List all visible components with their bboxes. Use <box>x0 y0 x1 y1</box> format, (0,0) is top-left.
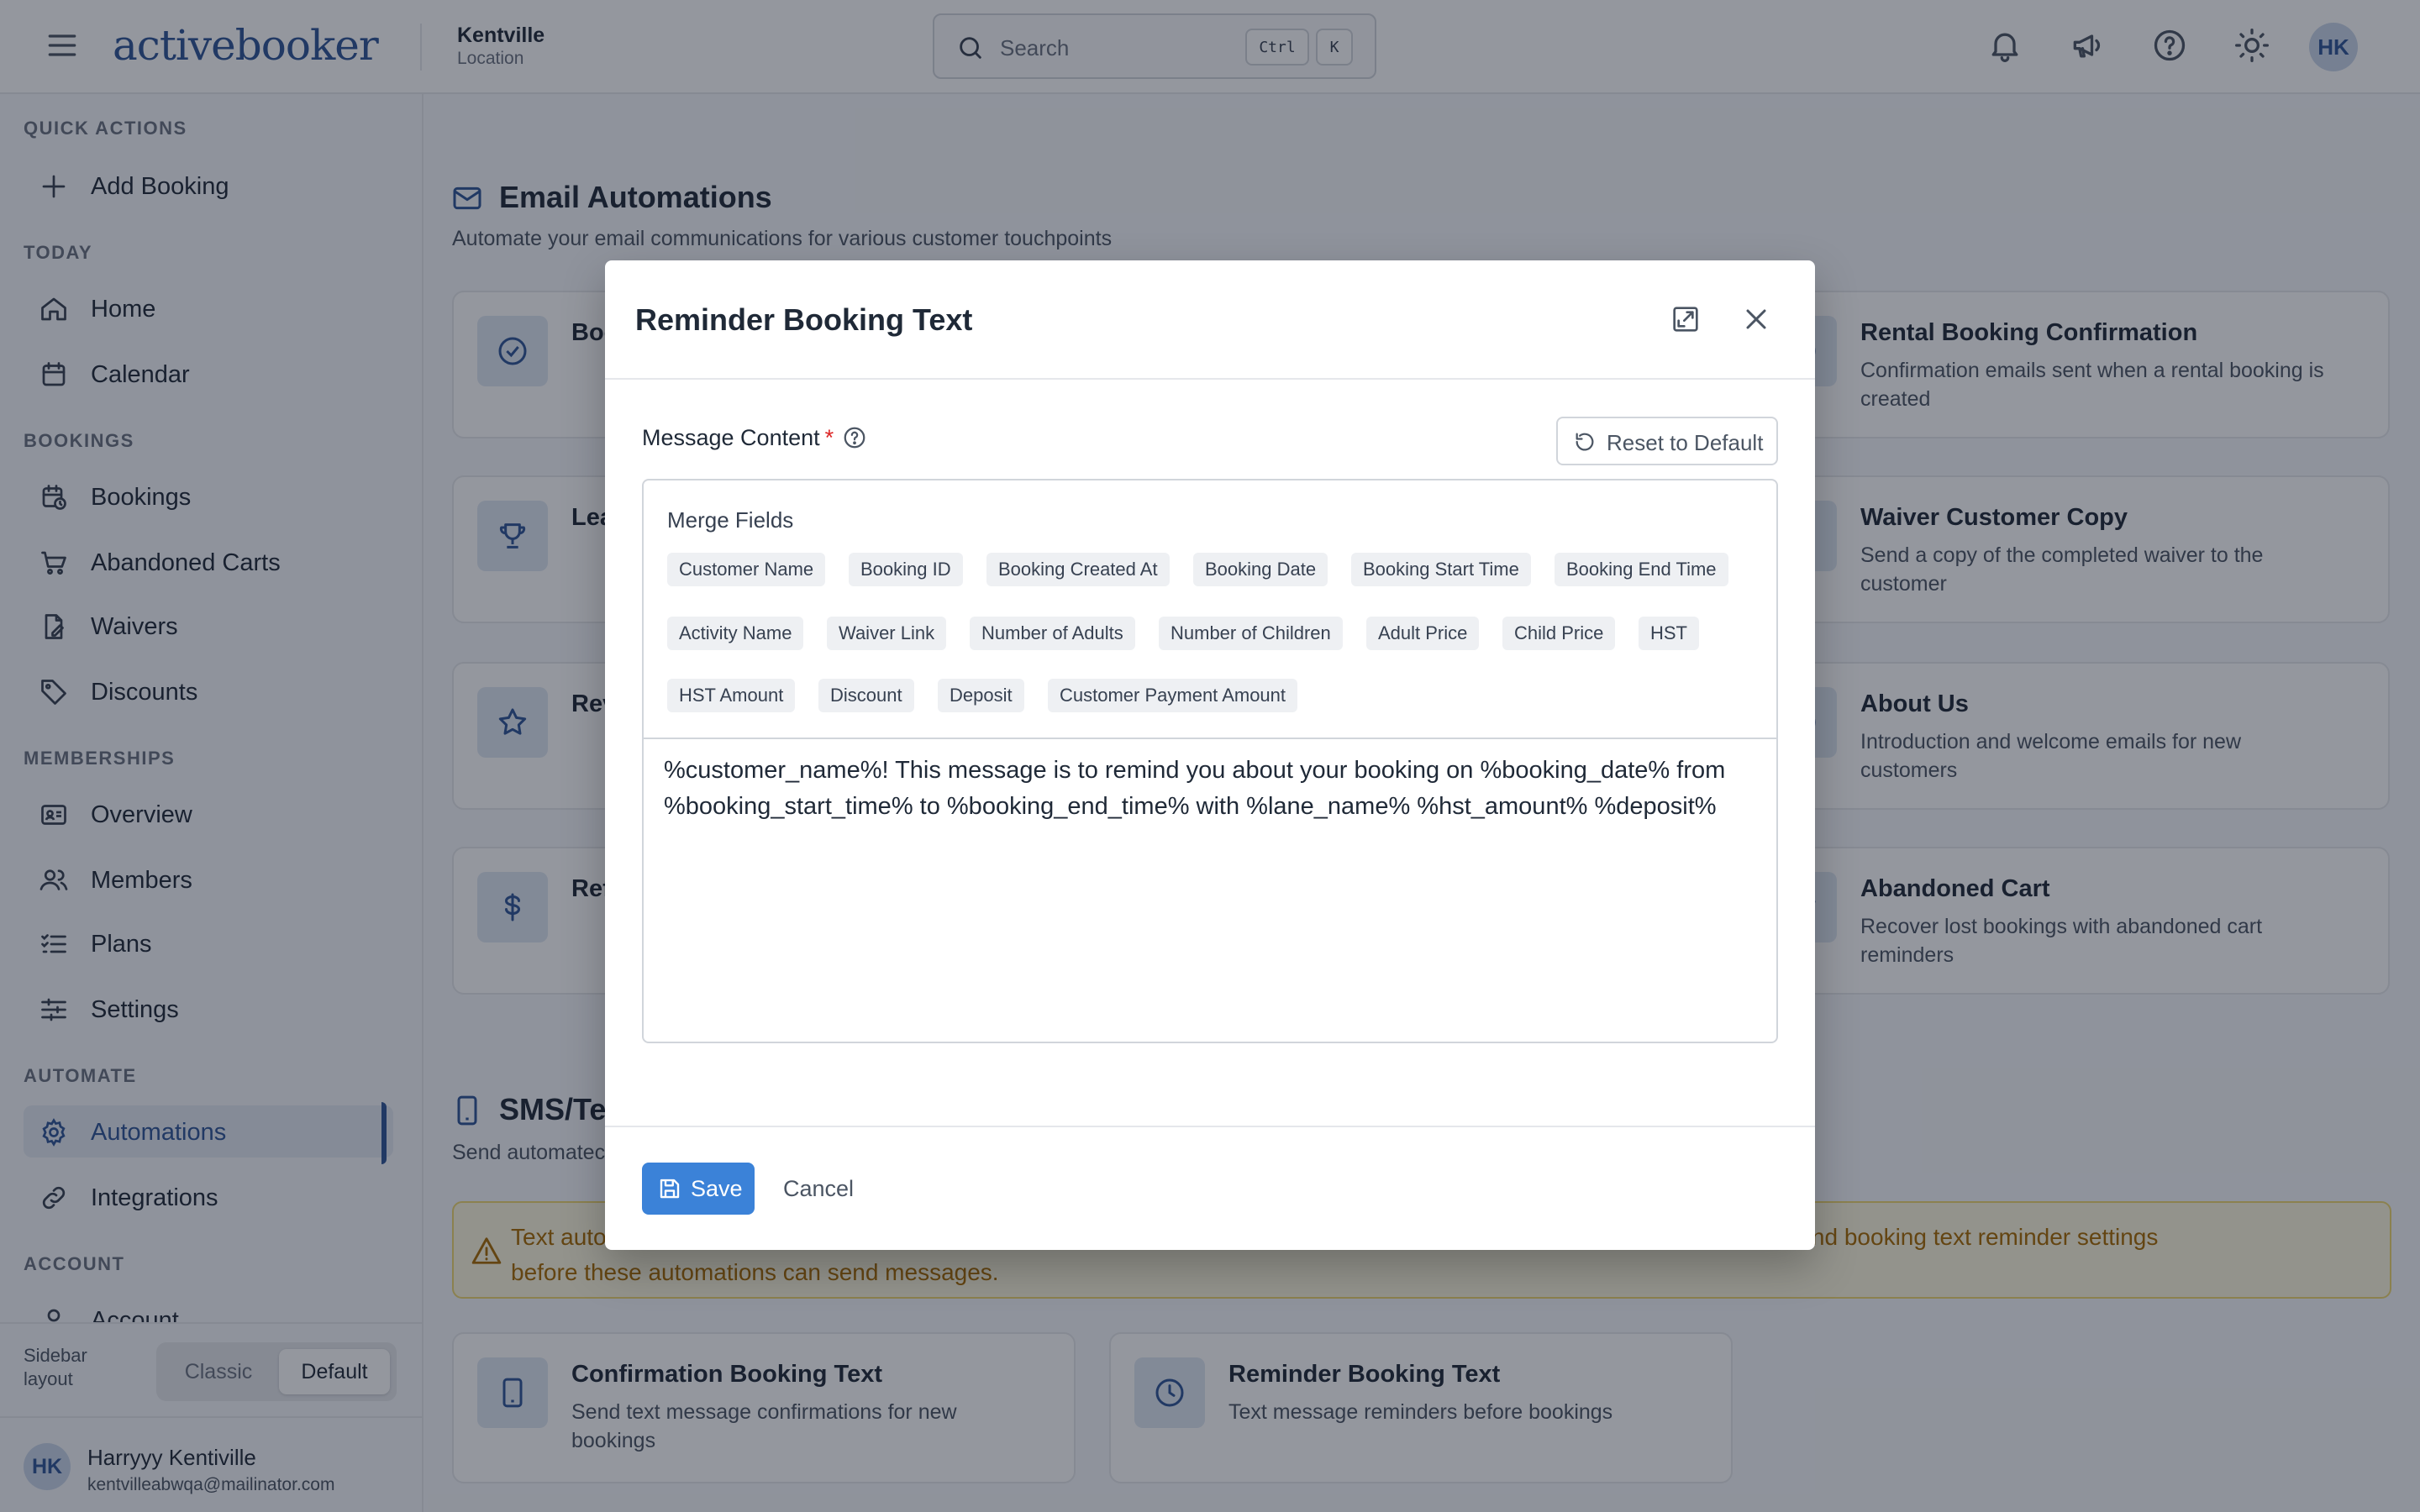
merge-field-chip[interactable]: Discount <box>818 679 914 712</box>
floppy-disk-icon <box>657 1176 682 1201</box>
merge-field-chip[interactable]: Child Price <box>1502 617 1616 650</box>
merge-field-chip[interactable]: Booking Start Time <box>1351 553 1531 586</box>
rotate-ccw-icon <box>1573 430 1597 454</box>
message-editor: Merge Fields Customer Name Booking ID Book… <box>642 479 1778 1043</box>
close-icon[interactable] <box>1739 302 1773 336</box>
merge-field-chip[interactable]: HST <box>1639 617 1699 650</box>
merge-fields-panel: Merge Fields Customer Name Booking ID Book… <box>644 480 1776 739</box>
reset-to-default-button[interactable]: Reset to Default <box>1556 417 1778 465</box>
modal-title: Reminder Booking Text <box>635 302 973 337</box>
modal-header: Reminder Booking Text <box>605 260 1815 380</box>
reset-label: Reset to Default <box>1607 430 1764 455</box>
message-text: %customer_name%! This message is to remi… <box>664 757 1726 820</box>
reminder-text-modal: Reminder Booking Text Message Content * R… <box>605 260 1815 1250</box>
merge-field-chip[interactable]: Adult Price <box>1366 617 1480 650</box>
merge-field-chip[interactable]: Number of Adults <box>970 617 1135 650</box>
merge-field-chip[interactable]: Activity Name <box>667 617 804 650</box>
question-icon[interactable] <box>842 425 867 450</box>
merge-field-chip[interactable]: Number of Children <box>1159 617 1343 650</box>
merge-field-chip[interactable]: HST Amount <box>667 679 796 712</box>
message-content-label: Message Content * <box>642 425 834 451</box>
message-textarea[interactable]: %customer_name%! This message is to remi… <box>644 739 1776 1045</box>
merge-field-chip[interactable]: Booking ID <box>849 553 963 586</box>
merge-fields-title: Merge Fields <box>667 507 794 533</box>
merge-field-chip[interactable]: Booking Created At <box>986 553 1170 586</box>
merge-field-chip[interactable]: Deposit <box>938 679 1024 712</box>
merge-field-chip[interactable]: Customer Payment Amount <box>1048 679 1298 712</box>
merge-field-chip[interactable]: Booking End Time <box>1555 553 1728 586</box>
merge-field-chip[interactable]: Waiver Link <box>827 617 947 650</box>
cancel-button[interactable]: Cancel <box>783 1176 854 1202</box>
save-label: Save <box>691 1176 743 1201</box>
expand-icon[interactable] <box>1669 302 1702 336</box>
required-mark: * <box>824 425 834 450</box>
field-label-text: Message Content <box>642 425 820 450</box>
merge-field-chip[interactable]: Booking Date <box>1193 553 1328 586</box>
merge-field-chip[interactable]: Customer Name <box>667 553 826 586</box>
save-button[interactable]: Save <box>642 1163 755 1215</box>
modal-footer: Save Cancel <box>605 1126 1815 1250</box>
